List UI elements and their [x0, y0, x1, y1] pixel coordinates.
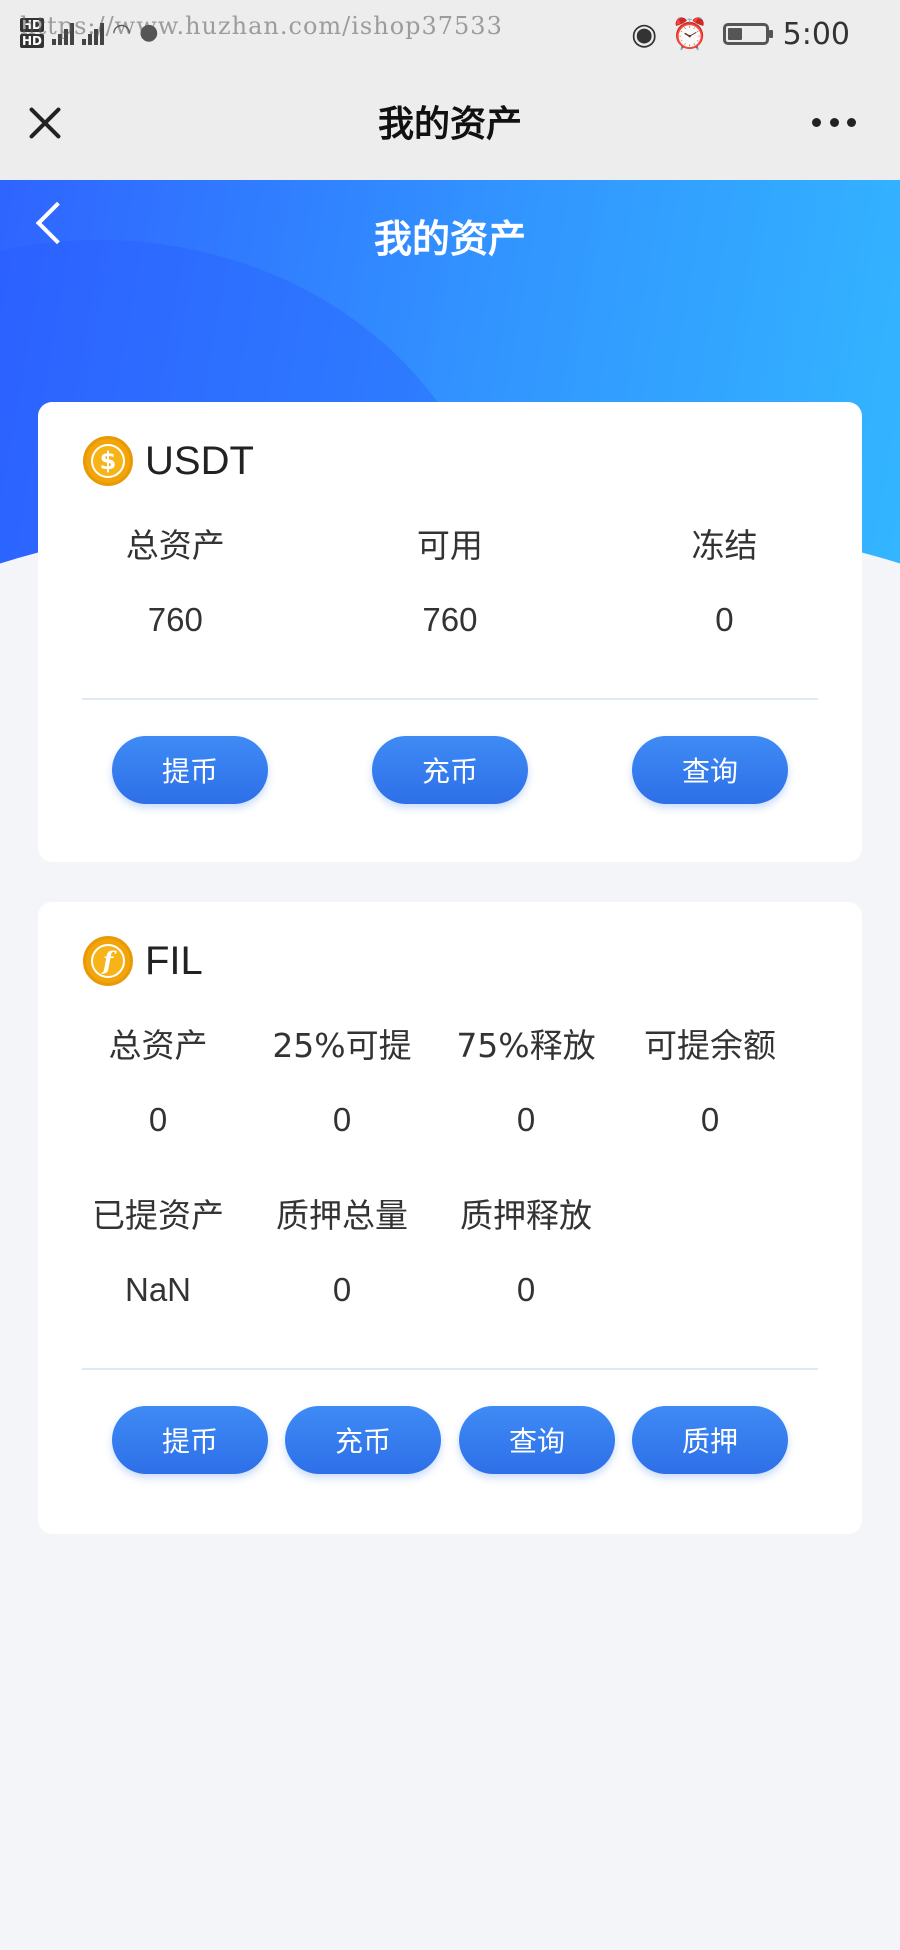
value-available: 760 — [422, 601, 478, 638]
dollar-icon: $ — [91, 444, 125, 478]
usdt-values: 760 760 0 — [38, 600, 862, 640]
usdt-head: $ USDT — [83, 436, 254, 486]
fil-withdraw-button[interactable]: 提币 — [112, 1406, 268, 1474]
fil-row2-values: NaN 0 0 — [66, 1270, 802, 1310]
alarm-icon: ⏰ — [671, 16, 709, 52]
label-withdrawable-balance: 可提余额 — [644, 1026, 776, 1065]
fil-row2-labels: 已提资产 质押总量 质押释放 — [66, 1196, 802, 1236]
value-empty — [618, 1270, 802, 1310]
value-total-assets: 0 — [148, 1101, 168, 1138]
label-withdrawn-assets: 已提资产 — [92, 1196, 224, 1235]
value-release-75: 0 — [516, 1101, 536, 1138]
fil-card: f FIL 总资产 25%可提 75%释放 可提余额 0 0 0 0 已提资产 … — [38, 902, 862, 1534]
value-withdrawable-25: 0 — [332, 1101, 352, 1138]
usdt-card: $ USDT 总资产 可用 冻结 760 760 0 提币 充币 查询 — [38, 402, 862, 862]
value-withdrawable-balance: 0 — [700, 1101, 720, 1138]
label-pledge-release: 质押释放 — [460, 1196, 592, 1235]
coin-name-fil: FIL — [145, 938, 203, 983]
value-total-assets: 760 — [147, 601, 203, 638]
value-pledge-total: 0 — [332, 1271, 352, 1308]
status-right: ◉ ⏰ 5:00 — [631, 14, 850, 54]
fil-deposit-button[interactable]: 充币 — [285, 1406, 441, 1474]
clock-time: 5:00 — [782, 16, 850, 52]
value-frozen: 0 — [715, 601, 734, 638]
usdt-query-button[interactable]: 查询 — [632, 736, 788, 804]
label-release-75: 75%释放 — [456, 1026, 596, 1065]
value-withdrawn-assets: NaN — [124, 1271, 192, 1308]
label-available: 可用 — [416, 526, 483, 565]
label-total-assets: 总资产 — [108, 1026, 208, 1065]
title-bar: 我的资产 — [0, 65, 900, 180]
fil-query-button[interactable]: 查询 — [459, 1406, 615, 1474]
label-frozen: 冻结 — [691, 526, 758, 565]
label-total-assets: 总资产 — [125, 526, 225, 565]
value-pledge-release: 0 — [516, 1271, 536, 1308]
eye-icon: ◉ — [631, 16, 658, 52]
fil-row1-values: 0 0 0 0 — [66, 1100, 802, 1140]
battery-icon — [722, 23, 773, 45]
fil-head: f FIL — [83, 936, 203, 986]
usdt-coin-icon: $ — [83, 436, 133, 486]
status-bar: HD HD ◠ ● https://www.huzhan.com/ishop375… — [0, 0, 900, 65]
fil-pledge-button[interactable]: 质押 — [632, 1406, 788, 1474]
more-icon[interactable] — [812, 116, 856, 128]
label-empty — [618, 1196, 802, 1236]
label-withdrawable-25: 25%可提 — [272, 1026, 412, 1065]
label-pledge-total: 质押总量 — [276, 1196, 408, 1235]
divider — [82, 698, 818, 700]
fil-row1-labels: 总资产 25%可提 75%释放 可提余额 — [66, 1026, 802, 1066]
url-watermark: https://www.huzhan.com/ishop37533 — [20, 12, 503, 40]
header-title: 我的资产 — [373, 217, 526, 261]
page-title: 我的资产 — [377, 104, 522, 145]
fil-coin-icon: f — [83, 936, 133, 986]
usdt-deposit-button[interactable]: 充币 — [372, 736, 528, 804]
coin-name-usdt: USDT — [145, 438, 254, 483]
filecoin-icon: f — [91, 944, 125, 978]
divider — [82, 1368, 818, 1370]
usdt-withdraw-button[interactable]: 提币 — [112, 736, 268, 804]
usdt-labels: 总资产 可用 冻结 — [38, 526, 862, 566]
